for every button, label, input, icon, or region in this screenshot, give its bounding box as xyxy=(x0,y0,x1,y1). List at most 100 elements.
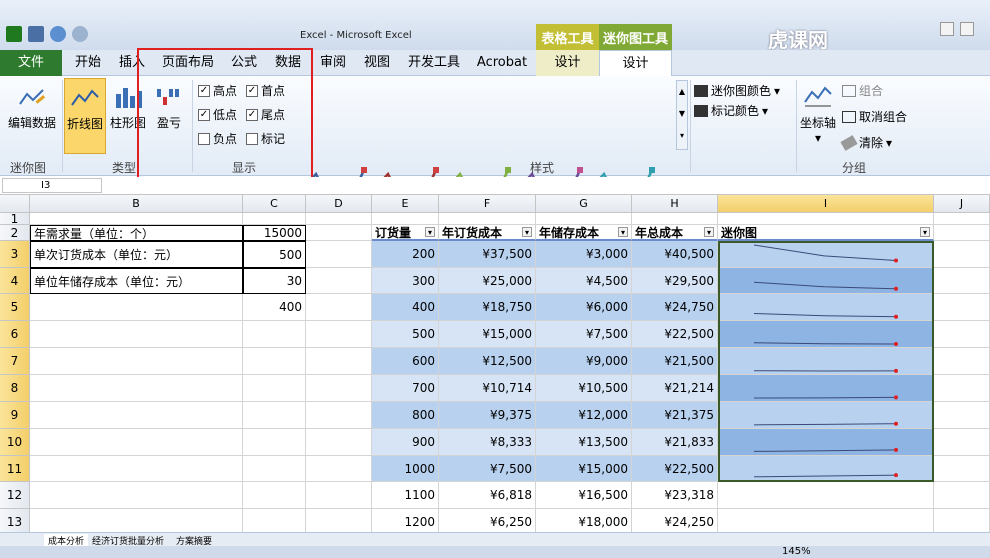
parameter-label[interactable]: 单位年储存成本（单位：元） xyxy=(30,268,243,294)
column-header[interactable]: C xyxy=(243,195,306,213)
parameter-label[interactable] xyxy=(30,294,243,321)
grid-cell[interactable] xyxy=(439,213,536,225)
grid-cell[interactable] xyxy=(243,429,306,456)
clear-button[interactable]: 清除 ▾ xyxy=(840,134,892,151)
grid-cell[interactable] xyxy=(934,456,990,482)
table-cell[interactable]: ¥24,750 xyxy=(632,294,718,321)
grid-cell[interactable] xyxy=(934,348,990,375)
grid-cell[interactable] xyxy=(30,402,243,429)
row-header[interactable]: 8 xyxy=(0,375,30,402)
marker-color-button[interactable]: 标记颜色 ▾ xyxy=(694,102,768,119)
grid-cell[interactable] xyxy=(306,241,372,268)
tab-developer[interactable]: 开发工具 xyxy=(401,50,467,76)
grid-cell[interactable] xyxy=(243,348,306,375)
grid-cell[interactable] xyxy=(934,402,990,429)
grid-cell[interactable] xyxy=(306,294,372,321)
grid-cell[interactable] xyxy=(718,213,934,225)
line-sparkline-button[interactable]: 折线图 xyxy=(64,78,106,154)
grid-cell[interactable] xyxy=(243,456,306,482)
table-cell[interactable]: ¥37,500 xyxy=(439,241,536,268)
grid-cell[interactable] xyxy=(30,429,243,456)
grid-cell[interactable] xyxy=(30,348,243,375)
grid-cell[interactable] xyxy=(243,213,306,225)
grid-cell[interactable] xyxy=(243,482,306,509)
column-header[interactable]: G xyxy=(536,195,632,213)
table-cell[interactable]: ¥12,000 xyxy=(536,402,632,429)
table-cell[interactable]: ¥25,000 xyxy=(439,268,536,294)
tab-insert[interactable]: 插入 xyxy=(112,50,152,76)
table-cell[interactable]: ¥7,500 xyxy=(536,321,632,348)
gallery-scroll[interactable]: ▲ ▼ ▾ xyxy=(676,80,688,150)
row-header[interactable]: 6 xyxy=(0,321,30,348)
sparkline-cell[interactable] xyxy=(718,482,934,509)
tab-acrobat[interactable]: Acrobat xyxy=(471,50,533,76)
row-header[interactable]: 12 xyxy=(0,482,30,509)
table-cell[interactable]: ¥13,500 xyxy=(536,429,632,456)
column-header[interactable]: F xyxy=(439,195,536,213)
column-header[interactable]: J xyxy=(934,195,990,213)
tab-sparkline-design[interactable]: 设计 xyxy=(599,50,672,76)
row-header[interactable]: 7 xyxy=(0,348,30,375)
parameter-label[interactable]: 年需求量（单位：个） xyxy=(30,225,243,241)
table-cell[interactable]: ¥9,375 xyxy=(439,402,536,429)
grid-cell[interactable] xyxy=(306,429,372,456)
grid-cell[interactable] xyxy=(934,375,990,402)
grid-cell[interactable] xyxy=(243,402,306,429)
grid-cell[interactable] xyxy=(934,482,990,509)
table-cell[interactable]: ¥4,500 xyxy=(536,268,632,294)
low-point-checkbox[interactable]: ✓ 低点 xyxy=(198,106,237,123)
tab-page-layout[interactable]: 页面布局 xyxy=(156,50,220,76)
grid-cell[interactable] xyxy=(934,241,990,268)
tab-table-design[interactable]: 设计 xyxy=(536,50,599,76)
table-cell[interactable]: 700 xyxy=(372,375,439,402)
maximize-icon[interactable] xyxy=(960,22,974,36)
grid-cell[interactable] xyxy=(30,375,243,402)
column-header[interactable]: E xyxy=(372,195,439,213)
filter-dropdown-icon[interactable]: ▾ xyxy=(704,227,714,237)
table-cell[interactable]: ¥6,000 xyxy=(536,294,632,321)
table-cell[interactable]: ¥21,500 xyxy=(632,348,718,375)
table-cell[interactable]: ¥9,000 xyxy=(536,348,632,375)
table-cell[interactable]: 300 xyxy=(372,268,439,294)
table-cell[interactable]: ¥22,500 xyxy=(632,456,718,482)
table-cell[interactable]: ¥12,500 xyxy=(439,348,536,375)
column-header[interactable]: I xyxy=(718,195,934,213)
row-header[interactable]: 2 xyxy=(0,225,30,241)
tab-file[interactable]: 文件 xyxy=(0,50,62,76)
table-cell[interactable]: ¥21,214 xyxy=(632,375,718,402)
table-cell[interactable]: ¥18,750 xyxy=(439,294,536,321)
table-cell[interactable]: ¥21,375 xyxy=(632,402,718,429)
table-cell[interactable]: 600 xyxy=(372,348,439,375)
table-cell[interactable]: 900 xyxy=(372,429,439,456)
grid-cell[interactable] xyxy=(372,213,439,225)
table-cell[interactable]: ¥10,714 xyxy=(439,375,536,402)
markers-checkbox[interactable]: 标记 xyxy=(246,130,285,147)
table-cell[interactable]: ¥10,500 xyxy=(536,375,632,402)
axis-button[interactable]: 坐标轴 ▾ xyxy=(798,84,838,145)
grid-cell[interactable] xyxy=(934,213,990,225)
grid-cell[interactable] xyxy=(934,321,990,348)
table-cell[interactable]: ¥15,000 xyxy=(439,321,536,348)
row-header[interactable]: 10 xyxy=(0,429,30,456)
table-header[interactable]: 年订货成本 ▾ xyxy=(439,225,536,241)
tab-review[interactable]: 审阅 xyxy=(313,50,353,76)
table-cell[interactable]: 500 xyxy=(372,321,439,348)
name-box[interactable]: I3 xyxy=(2,178,102,193)
grid-cell[interactable] xyxy=(306,402,372,429)
grid-cell[interactable] xyxy=(934,429,990,456)
grid-cell[interactable] xyxy=(243,321,306,348)
group-button[interactable]: 组合 xyxy=(842,82,883,99)
parameter-value[interactable]: 15000 xyxy=(243,225,306,241)
sparkline-color-button[interactable]: 迷你图颜色 ▾ xyxy=(694,82,780,99)
row-header[interactable]: 11 xyxy=(0,456,30,482)
column-header[interactable]: B xyxy=(30,195,243,213)
table-cell[interactable]: 1100 xyxy=(372,482,439,509)
grid-cell[interactable] xyxy=(306,375,372,402)
negative-point-checkbox[interactable]: 负点 xyxy=(198,130,237,147)
table-cell[interactable]: 1000 xyxy=(372,456,439,482)
tab-formulas[interactable]: 公式 xyxy=(224,50,264,76)
grid-cell[interactable] xyxy=(30,213,243,225)
row-header[interactable]: 4 xyxy=(0,268,30,294)
ungroup-button[interactable]: 取消组合 xyxy=(842,108,907,125)
filter-dropdown-icon[interactable]: ▾ xyxy=(920,227,930,237)
